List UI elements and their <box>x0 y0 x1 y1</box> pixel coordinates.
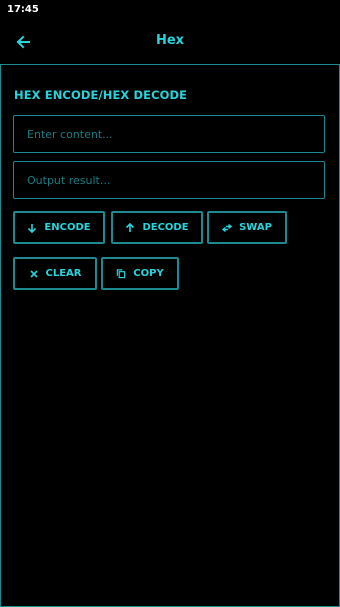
status-bar: 17:45 <box>0 0 340 20</box>
copy-button-label: COPY <box>133 268 164 279</box>
swap-button[interactable]: SWAP <box>207 211 287 244</box>
input-field-container <box>13 115 325 153</box>
content-input[interactable] <box>14 116 324 152</box>
encode-button-label: ENCODE <box>44 222 91 233</box>
arrow-up-icon <box>125 222 135 233</box>
page-title: Hex <box>155 33 185 48</box>
copy-icon <box>116 269 126 279</box>
decode-button[interactable]: DECODE <box>111 211 203 244</box>
output-field[interactable] <box>14 162 324 198</box>
swap-button-label: SWAP <box>239 222 272 233</box>
clear-button[interactable]: CLEAR <box>13 257 97 290</box>
clear-button-label: CLEAR <box>45 268 82 279</box>
app-bar: Hex <box>0 20 340 64</box>
status-time: 17:45 <box>7 4 39 15</box>
close-icon <box>29 269 39 279</box>
output-field-container <box>13 161 325 199</box>
hex-panel: HEX ENCODE/HEX DECODE ENCODE DECODE SWAP… <box>0 64 340 607</box>
copy-button[interactable]: COPY <box>101 257 179 290</box>
section-title: HEX ENCODE/HEX DECODE <box>14 88 188 102</box>
arrow-down-icon <box>27 223 37 233</box>
swap-icon <box>222 223 233 233</box>
encode-button[interactable]: ENCODE <box>13 211 105 244</box>
decode-button-label: DECODE <box>142 222 189 233</box>
